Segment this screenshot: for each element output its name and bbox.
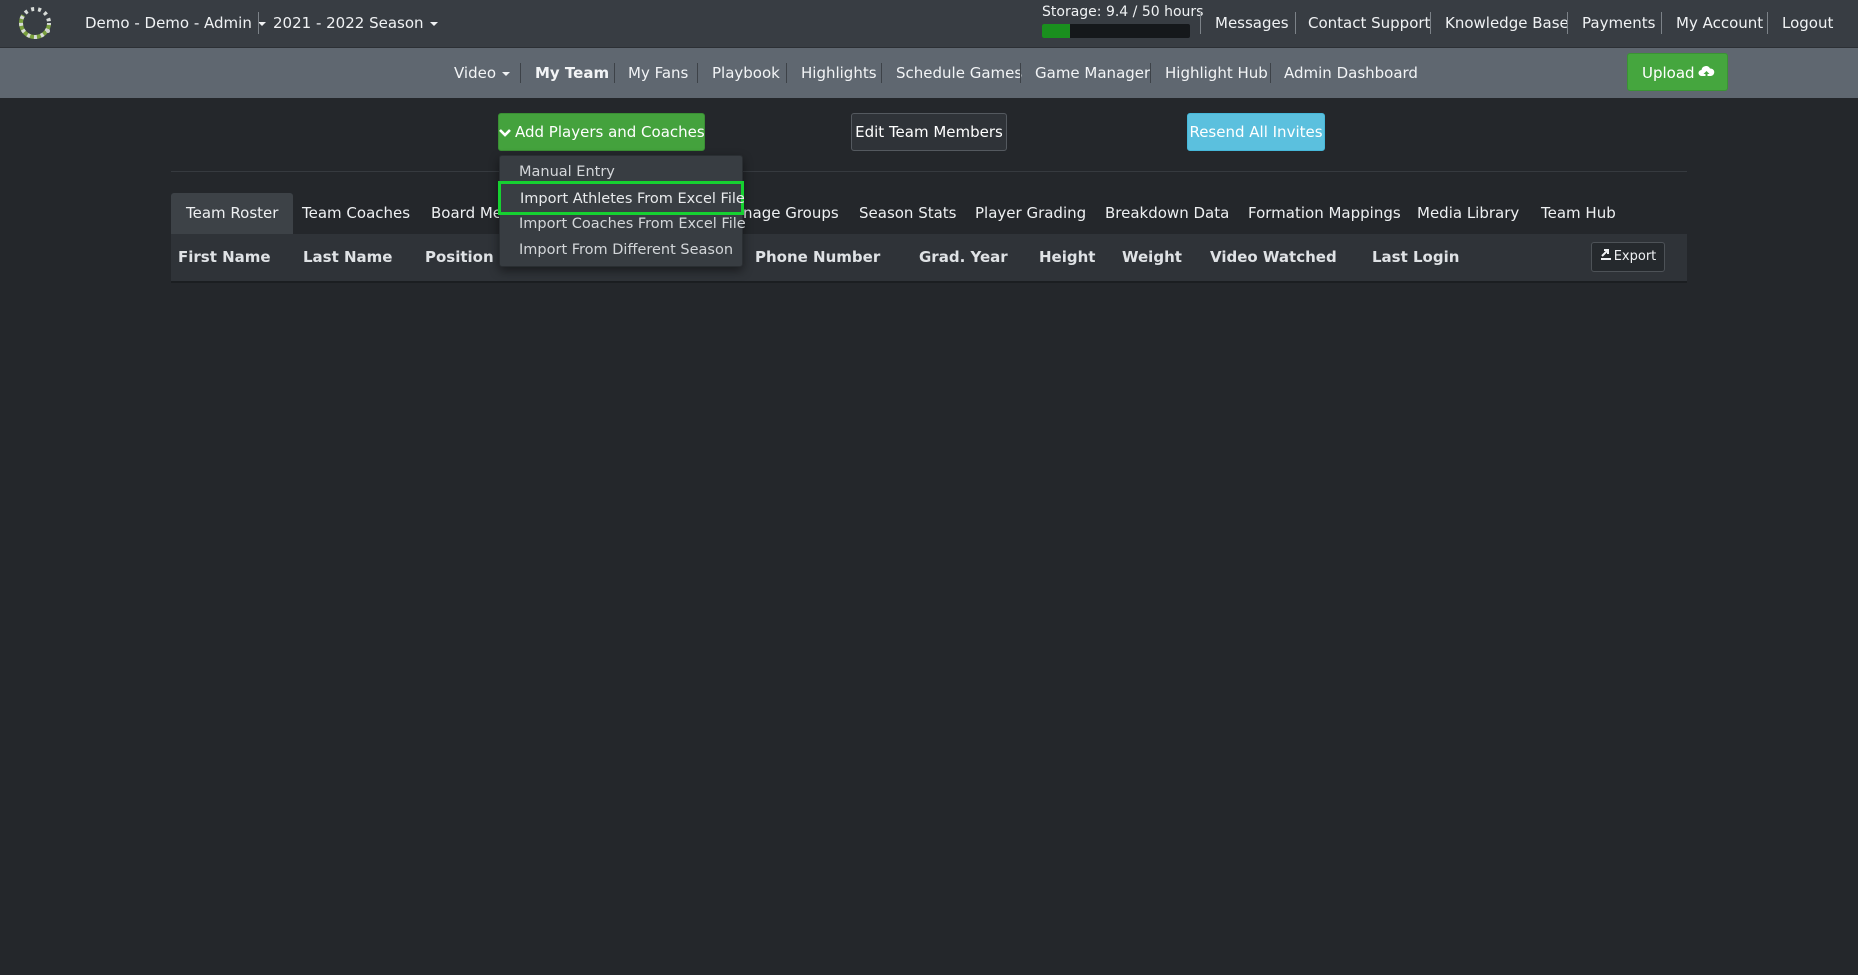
divider [520, 63, 521, 83]
divider [1661, 12, 1662, 34]
add-players-dropdown-menu: Manual Entry Import Athletes From Excel … [498, 155, 746, 267]
nav-item-label: Video [454, 64, 497, 82]
storage-label: Storage: 9.4 / 50 hours [1042, 4, 1204, 20]
roster-table-header: First Name Last Name Position Phone Numb… [171, 234, 1687, 283]
tab-team-hub[interactable]: Team Hub [1541, 193, 1616, 234]
storage-meter: Storage: 9.4 / 50 hours [1042, 3, 1204, 38]
tab-team-roster[interactable]: Team Roster [171, 193, 294, 234]
divider [171, 171, 1687, 172]
nav-item-video[interactable]: Video [454, 48, 511, 98]
nav-item-my-team[interactable]: My Team [535, 48, 609, 98]
season-select[interactable]: 2021 - 2022 Season [273, 0, 438, 46]
export-label: Export [1613, 249, 1657, 264]
nav-item-my-fans[interactable]: My Fans [628, 48, 688, 98]
logout-link[interactable]: Logout [1782, 0, 1833, 46]
messages-link[interactable]: Messages [1215, 0, 1289, 46]
divider [786, 63, 787, 83]
divider [258, 12, 259, 34]
team-select-label: Demo - Demo - Admin [85, 14, 252, 32]
divider [1200, 12, 1201, 34]
divider [614, 63, 615, 83]
nav-item-highlight-hub[interactable]: Highlight Hub [1165, 48, 1268, 98]
contact-support-link[interactable]: Contact Support [1308, 0, 1430, 46]
menu-item-import-different-season[interactable]: Import From Different Season [500, 237, 742, 263]
tab-formation-mappings[interactable]: Formation Mappings [1248, 193, 1401, 234]
add-players-coaches-button[interactable]: Add Players and Coaches [498, 113, 705, 151]
column-header-grad-year[interactable]: Grad. Year [919, 234, 1008, 281]
caret-down-icon [257, 21, 266, 26]
tab-season-stats[interactable]: Season Stats [859, 193, 957, 234]
column-header-height[interactable]: Height [1039, 234, 1095, 281]
edit-team-members-button[interactable]: Edit Team Members [851, 113, 1007, 151]
team-tabs: Team Roster Team Coaches Board Me nage G… [171, 193, 1687, 234]
tab-breakdown-data[interactable]: Breakdown Data [1105, 193, 1229, 234]
divider [1767, 12, 1768, 34]
upload-label: Upload [1642, 64, 1695, 82]
app-logo-icon[interactable] [17, 5, 53, 41]
nav-item-game-manager[interactable]: Game Manager [1035, 48, 1150, 98]
column-header-first-name[interactable]: First Name [178, 234, 271, 281]
nav-item-playbook[interactable]: Playbook [712, 48, 780, 98]
season-select-label: 2021 - 2022 Season [273, 14, 424, 32]
tab-board-members[interactable]: Board Me [431, 193, 502, 234]
team-select[interactable]: Demo - Demo - Admin [85, 0, 266, 46]
divider [1270, 63, 1271, 83]
nav-item-schedule-games[interactable]: Schedule Games [896, 48, 1022, 98]
caret-down-icon [502, 71, 511, 76]
payments-link[interactable]: Payments [1582, 0, 1655, 46]
main-nav: Video My Team My Fans Playbook Highlight… [0, 48, 1858, 98]
add-players-coaches-label: Add Players and Coaches [515, 123, 705, 141]
chevron-down-icon [499, 129, 511, 137]
divider [1430, 12, 1431, 34]
resend-all-invites-button[interactable]: Resend All Invites [1187, 113, 1325, 151]
my-account-link[interactable]: My Account [1676, 0, 1763, 46]
storage-progress-bar [1042, 24, 1190, 38]
storage-progress-fill [1042, 24, 1070, 38]
menu-item-import-athletes-excel[interactable]: Import Athletes From Excel File [498, 181, 745, 215]
column-header-last-login[interactable]: Last Login [1372, 234, 1459, 281]
column-header-position[interactable]: Position [425, 234, 494, 281]
tab-team-coaches[interactable]: Team Coaches [302, 193, 410, 234]
nav-item-highlights[interactable]: Highlights [801, 48, 877, 98]
export-button[interactable]: Export [1591, 242, 1665, 272]
column-header-last-name[interactable]: Last Name [303, 234, 392, 281]
export-icon [1600, 249, 1611, 260]
tab-player-grading[interactable]: Player Grading [975, 193, 1086, 234]
menu-item-import-coaches-excel[interactable]: Import Coaches From Excel File [500, 211, 746, 237]
divider [1295, 12, 1296, 34]
caret-down-icon [429, 21, 438, 26]
top-bar: Demo - Demo - Admin 2021 - 2022 Season S… [0, 0, 1858, 48]
divider [881, 63, 882, 83]
upload-button[interactable]: Upload [1627, 53, 1728, 91]
divider [1567, 12, 1568, 34]
column-header-video-watched[interactable]: Video Watched [1210, 234, 1337, 281]
column-header-phone-number[interactable]: Phone Number [755, 234, 880, 281]
column-header-weight[interactable]: Weight [1122, 234, 1182, 281]
tab-media-library[interactable]: Media Library [1417, 193, 1519, 234]
tab-manage-groups[interactable]: nage Groups [743, 193, 839, 234]
cloud-upload-icon [1698, 66, 1715, 78]
nav-item-admin-dashboard[interactable]: Admin Dashboard [1284, 48, 1418, 98]
divider [697, 63, 698, 83]
divider [1150, 63, 1151, 83]
divider [1020, 63, 1021, 83]
knowledge-base-link[interactable]: Knowledge Base [1445, 0, 1569, 46]
